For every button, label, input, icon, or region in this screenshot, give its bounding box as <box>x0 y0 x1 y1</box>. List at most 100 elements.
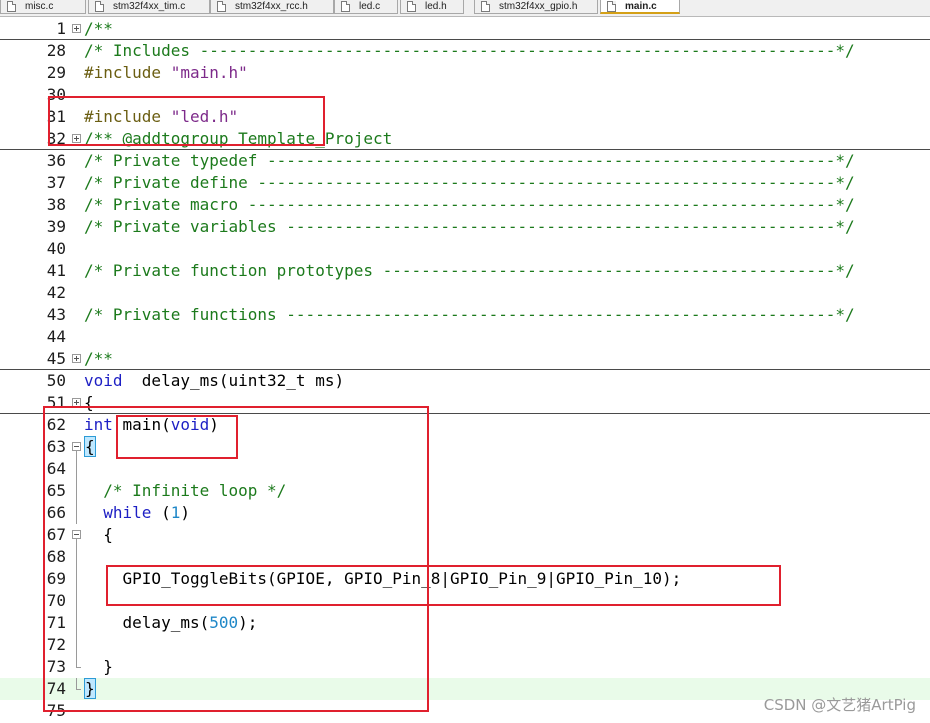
tab-misc-c[interactable]: misc.c <box>0 0 86 14</box>
fold-minus-icon[interactable] <box>70 524 84 546</box>
line-number: 62 <box>46 415 66 434</box>
code-line[interactable]: 72 <box>0 634 930 656</box>
code-keyword: void <box>170 415 210 434</box>
line-number: 68 <box>46 547 66 566</box>
fold-minus-icon[interactable] <box>70 436 84 458</box>
code-editor[interactable]: 1 /** 28 /* Includes ----------------------… <box>0 18 930 723</box>
code-line[interactable]: 30 <box>0 84 930 106</box>
watermark: CSDN @文艺猪ArtPig <box>763 696 916 714</box>
code-keyword: while <box>103 503 152 522</box>
fold-guide <box>70 612 84 634</box>
line-number: 67 <box>46 525 66 544</box>
code-line[interactable]: 70 <box>0 590 930 612</box>
code-line[interactable]: 68 <box>0 546 930 568</box>
tab-stm32f4xx-gpio-h[interactable]: stm32f4xx_gpio.h <box>474 0 598 14</box>
line-number: 28 <box>46 41 66 60</box>
code-line[interactable]: 29 #include "main.h" <box>0 62 930 84</box>
code-line[interactable]: 50 void delay_ms(uint32_t ms) <box>0 370 930 392</box>
code-text: /* Private function prototypes ---------… <box>84 260 855 282</box>
tab-main-c[interactable]: main.c <box>600 0 680 14</box>
code-text: /** <box>84 18 113 40</box>
code-line[interactable]: 62 int main(void) <box>0 414 930 436</box>
fold-margin <box>70 370 84 392</box>
code-line[interactable]: 69 GPIO_ToggleBits(GPIOE, GPIO_Pin_8|GPI… <box>0 568 930 590</box>
code-line[interactable]: 1 /** <box>0 18 930 40</box>
code-line[interactable]: 71 delay_ms(500); <box>0 612 930 634</box>
line-number: 36 <box>46 151 66 170</box>
code-line[interactable]: 39 /* Private variables -----------------… <box>0 216 930 238</box>
code-comment: /* Private define ----------------------… <box>84 173 855 192</box>
fold-guide <box>76 539 77 546</box>
code-line[interactable]: 67 { <box>0 524 930 546</box>
fold-margin <box>70 172 84 194</box>
fold-plus-icon[interactable] <box>70 18 84 40</box>
code-keyword: void <box>84 371 123 390</box>
tab-stm32f4xx-tim-c[interactable]: stm32f4xx_tim.c <box>88 0 210 14</box>
line-number: 75 <box>46 701 66 720</box>
code-token: ); <box>238 613 258 632</box>
code-text: void delay_ms(uint32_t ms) <box>84 370 344 392</box>
code-token: ( <box>151 503 171 522</box>
fold-guide-line <box>76 546 77 568</box>
tab-stm32f4xx-rcc-h[interactable]: stm32f4xx_rcc.h <box>210 0 334 14</box>
code-line[interactable]: 41 /* Private function prototypes -------… <box>0 260 930 282</box>
fold-margin <box>70 216 84 238</box>
code-line[interactable]: 66 while (1) <box>0 502 930 524</box>
code-preprocessor: #include <box>84 63 171 82</box>
line-number: 64 <box>46 459 66 478</box>
code-line[interactable]: 63 { <box>0 436 930 458</box>
file-icon <box>7 1 16 12</box>
code-text: } <box>84 656 113 678</box>
code-line[interactable]: 42 <box>0 282 930 304</box>
code-line[interactable]: 43 /* Private functions -----------------… <box>0 304 930 326</box>
line-number: 44 <box>46 327 66 346</box>
tab-label: stm32f4xx_gpio.h <box>499 1 578 12</box>
line-number: 1 <box>56 19 66 38</box>
line-number: 38 <box>46 195 66 214</box>
fold-guide-line <box>76 568 77 590</box>
code-line[interactable]: 64 <box>0 458 930 480</box>
code-line[interactable]: 65 /* Infinite loop */ <box>0 480 930 502</box>
code-comment: /* Infinite loop */ <box>103 481 287 500</box>
matched-brace: } <box>84 678 96 699</box>
tab-led-h[interactable]: led.h <box>400 0 464 14</box>
code-line[interactable]: 73 } <box>0 656 930 678</box>
fold-plus-icon[interactable] <box>70 128 84 150</box>
line-number: 71 <box>46 613 66 632</box>
line-number: 66 <box>46 503 66 522</box>
line-number: 42 <box>46 283 66 302</box>
code-token: } <box>84 657 113 676</box>
code-comment: /** @addtogroup Template_Project <box>84 129 393 148</box>
code-string: "led.h" <box>170 107 239 126</box>
code-token: delay_ms( <box>84 613 210 632</box>
fold-guide <box>76 451 77 458</box>
code-comment: /* Private variables -------------------… <box>84 217 855 236</box>
tab-led-c[interactable]: led.c <box>334 0 398 14</box>
fold-guide-line <box>76 634 77 656</box>
code-line[interactable]: 51 { <box>0 392 930 414</box>
code-line[interactable]: 36 /* Private typedef -------------------… <box>0 150 930 172</box>
code-comment: /** <box>84 349 113 368</box>
code-line[interactable]: 31 #include "led.h" <box>0 106 930 128</box>
code-text: /** @addtogroup Template_Project <box>84 128 392 150</box>
code-comment: /* Private macro -----------------------… <box>84 195 855 214</box>
code-text: #include "main.h" <box>84 62 248 84</box>
fold-margin <box>70 194 84 216</box>
tab-label: led.h <box>425 1 447 12</box>
code-line[interactable]: 44 <box>0 326 930 348</box>
fold-plus-icon[interactable] <box>70 348 84 370</box>
line-number: 51 <box>46 393 66 412</box>
code-line[interactable]: 40 <box>0 238 930 260</box>
tab-label: misc.c <box>25 1 54 12</box>
code-text: { <box>84 392 94 414</box>
code-line[interactable]: 37 /* Private define --------------------… <box>0 172 930 194</box>
code-line[interactable]: 38 /* Private macro ---------------------… <box>0 194 930 216</box>
fold-guide <box>70 480 84 502</box>
code-line[interactable]: 28 /* Includes --------------------------… <box>0 40 930 62</box>
fold-plus-icon[interactable] <box>70 392 84 414</box>
code-line[interactable]: 45 /** <box>0 348 930 370</box>
code-line[interactable]: 32 /** @addtogroup Template_Project <box>0 128 930 150</box>
fold-end-marker <box>70 678 84 700</box>
code-text: /* Private define ----------------------… <box>84 172 855 194</box>
